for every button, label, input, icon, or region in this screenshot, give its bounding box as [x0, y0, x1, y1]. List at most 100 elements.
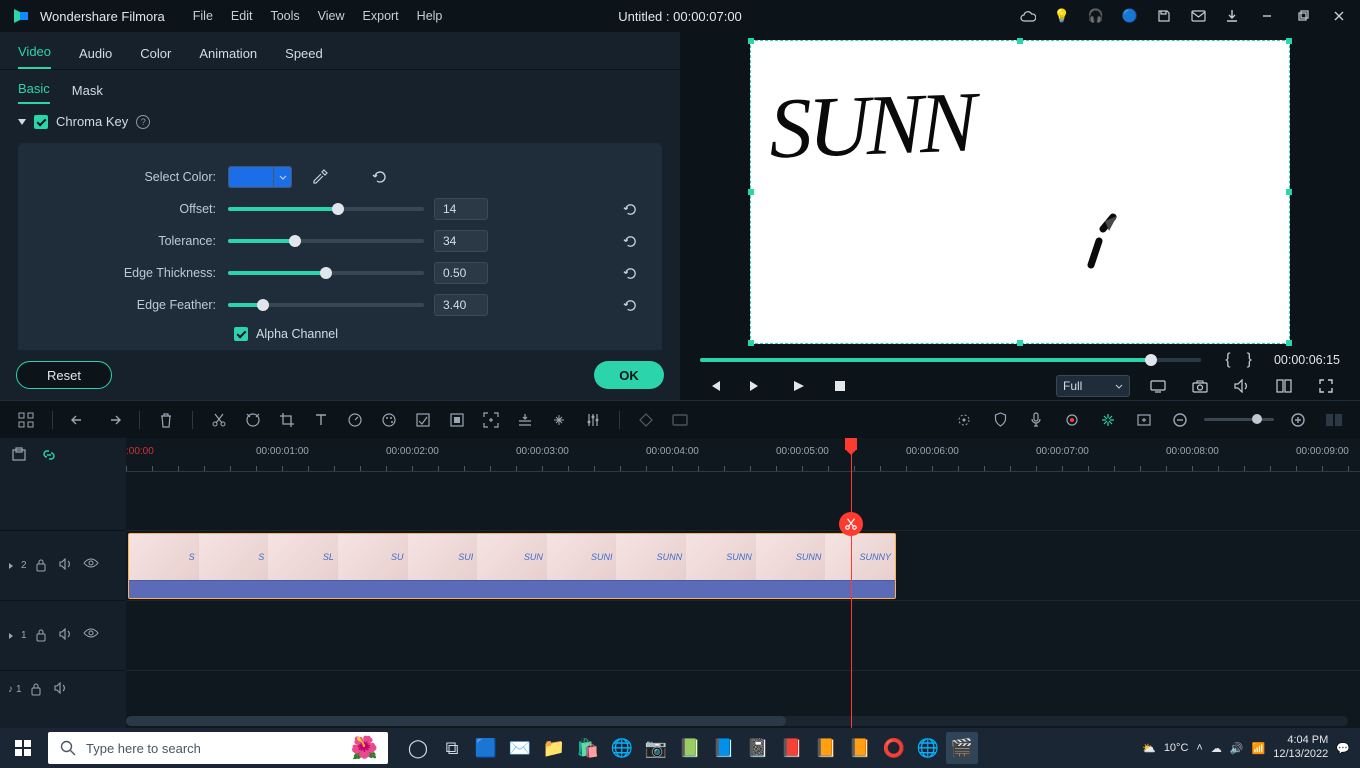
- video-preview[interactable]: SUNN: [750, 40, 1290, 344]
- download-icon[interactable]: [1220, 4, 1244, 28]
- filmora-taskbar-icon[interactable]: 🎬: [946, 732, 978, 764]
- menu-view[interactable]: View: [318, 9, 345, 23]
- cloud-icon[interactable]: [1016, 4, 1040, 28]
- task-view-icon[interactable]: ⧉: [436, 732, 468, 764]
- edge-icon[interactable]: 🌐: [606, 732, 638, 764]
- speed-icon[interactable]: [343, 408, 367, 432]
- menu-tools[interactable]: Tools: [270, 9, 299, 23]
- taskbar-clock[interactable]: 4:04 PM 12/13/2022: [1273, 734, 1328, 762]
- edge-feather-value[interactable]: 3.40: [434, 294, 488, 316]
- menu-help[interactable]: Help: [417, 9, 443, 23]
- tolerance-value[interactable]: 34: [434, 230, 488, 252]
- alpha-channel-checkbox[interactable]: [234, 327, 248, 341]
- taskbar-app-icon[interactable]: 🟦: [470, 732, 502, 764]
- pdf-icon[interactable]: 📕: [776, 732, 808, 764]
- focus-icon[interactable]: [479, 408, 503, 432]
- delete-icon[interactable]: [154, 408, 178, 432]
- offset-slider[interactable]: [228, 207, 424, 211]
- chrome-icon[interactable]: 🌐: [912, 732, 944, 764]
- instagram-icon[interactable]: 📷: [640, 732, 672, 764]
- split-icon[interactable]: [207, 408, 231, 432]
- tab-animation[interactable]: Animation: [199, 46, 257, 69]
- menu-edit[interactable]: Edit: [231, 9, 253, 23]
- close-button[interactable]: [1326, 3, 1352, 29]
- tab-video[interactable]: Video: [18, 44, 51, 69]
- video-track-2[interactable]: My Video-13 SSSLSUSUISUNSUNISUNNSUNNSUNN…: [126, 530, 1360, 600]
- render-icon[interactable]: [668, 408, 692, 432]
- manage-tracks-icon[interactable]: [10, 446, 28, 464]
- cortana-icon[interactable]: ◯: [402, 732, 434, 764]
- eyedropper-icon[interactable]: [312, 169, 328, 185]
- magnet-icon[interactable]: [1096, 408, 1120, 432]
- profile-icon[interactable]: 🔵: [1118, 4, 1142, 28]
- reset-button[interactable]: Reset: [16, 361, 112, 389]
- edge-feather-slider[interactable]: [228, 303, 424, 307]
- step-forward-button[interactable]: [742, 372, 770, 400]
- opera-icon[interactable]: ⭕: [878, 732, 910, 764]
- resize-handle[interactable]: [1286, 340, 1292, 346]
- menu-export[interactable]: Export: [363, 9, 399, 23]
- resize-handle[interactable]: [1017, 38, 1023, 44]
- volume-icon[interactable]: [1228, 372, 1256, 400]
- resize-handle[interactable]: [1286, 38, 1292, 44]
- adjust-icon[interactable]: [547, 408, 571, 432]
- mail-icon[interactable]: [1186, 4, 1210, 28]
- tab-audio[interactable]: Audio: [79, 46, 112, 69]
- fullscreen-icon[interactable]: [1312, 372, 1340, 400]
- zoom-slider[interactable]: [1204, 418, 1274, 421]
- resize-handle[interactable]: [1286, 189, 1292, 195]
- track-visible-icon[interactable]: [83, 628, 99, 644]
- zoom-in-icon[interactable]: [1286, 408, 1310, 432]
- reset-offset-icon[interactable]: [623, 202, 638, 217]
- reset-tolerance-icon[interactable]: [623, 234, 638, 249]
- edge-thickness-value[interactable]: 0.50: [434, 262, 488, 284]
- add-marker-icon[interactable]: [1132, 408, 1156, 432]
- record-icon[interactable]: [1060, 408, 1084, 432]
- resize-handle[interactable]: [748, 189, 754, 195]
- audio-track-1[interactable]: [126, 670, 1360, 708]
- store-icon[interactable]: 🛍️: [572, 732, 604, 764]
- reset-edge-feather-icon[interactable]: [623, 298, 638, 313]
- greenscreen-icon[interactable]: [445, 408, 469, 432]
- reset-color-icon[interactable]: [372, 169, 388, 185]
- playback-slider[interactable]: [700, 358, 1201, 362]
- tag-icon[interactable]: [241, 408, 265, 432]
- video-track-1[interactable]: [126, 600, 1360, 670]
- lightbulb-icon[interactable]: 💡: [1050, 4, 1074, 28]
- resize-handle[interactable]: [748, 340, 754, 346]
- layout-icon[interactable]: [14, 408, 38, 432]
- track-mute-icon[interactable]: [59, 628, 75, 644]
- track-visible-icon[interactable]: [83, 558, 99, 574]
- mail-app-icon[interactable]: ✉️: [504, 732, 536, 764]
- track-lock-icon[interactable]: [30, 682, 46, 698]
- headset-icon[interactable]: 🎧: [1084, 4, 1108, 28]
- help-icon[interactable]: ?: [136, 115, 150, 129]
- word-icon[interactable]: 📘: [708, 732, 740, 764]
- ppt-icon[interactable]: 📙: [844, 732, 876, 764]
- playhead[interactable]: [851, 438, 852, 728]
- palette-icon[interactable]: [377, 408, 401, 432]
- resize-handle[interactable]: [1017, 340, 1023, 346]
- reset-edge-thickness-icon[interactable]: [623, 266, 638, 281]
- save-icon[interactable]: [1152, 4, 1176, 28]
- tab-speed[interactable]: Speed: [285, 46, 323, 69]
- time-ruler[interactable]: :00:0000:00:01:0000:00:02:0000:00:03:000…: [126, 438, 1360, 472]
- menu-file[interactable]: File: [193, 9, 213, 23]
- tolerance-slider[interactable]: [228, 239, 424, 243]
- track-mute-icon[interactable]: [54, 682, 70, 698]
- onenote-icon[interactable]: 📓: [742, 732, 774, 764]
- playhead-handle-icon[interactable]: [845, 438, 857, 450]
- redo-icon[interactable]: [101, 408, 125, 432]
- tab-color[interactable]: Color: [140, 46, 171, 69]
- weather-temp[interactable]: 10°C: [1164, 742, 1189, 754]
- track-lock-icon[interactable]: [35, 628, 51, 644]
- mixer-icon[interactable]: [581, 408, 605, 432]
- marker-icon[interactable]: [952, 408, 976, 432]
- fit-icon[interactable]: [1322, 408, 1346, 432]
- maximize-button[interactable]: [1290, 3, 1316, 29]
- explorer-icon[interactable]: 📁: [538, 732, 570, 764]
- play-button[interactable]: [784, 372, 812, 400]
- chroma-key-checkbox[interactable]: [34, 115, 48, 129]
- snapshot-icon[interactable]: [1186, 372, 1214, 400]
- tray-overflow-icon[interactable]: ˄: [1196, 742, 1202, 754]
